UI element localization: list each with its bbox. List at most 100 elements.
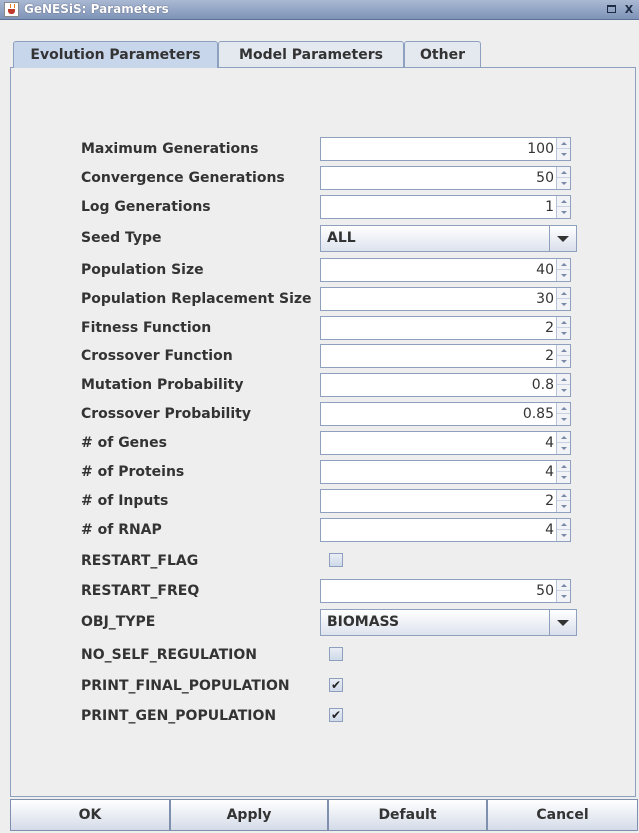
restart-freq-spinner[interactable]: 50: [320, 579, 571, 603]
num-inputs-spinner[interactable]: 2: [320, 489, 571, 513]
increment-arrow-icon[interactable]: [557, 138, 570, 149]
decrement-arrow-icon[interactable]: [557, 443, 570, 454]
print-final-population-checkbox[interactable]: ✔: [329, 678, 343, 692]
field-label: RESTART_FLAG: [81, 553, 199, 569]
default-button[interactable]: Default: [328, 799, 487, 831]
spinner-value: 1: [545, 199, 554, 215]
increment-arrow-icon[interactable]: [557, 519, 570, 530]
print-gen-population-checkbox[interactable]: ✔: [329, 708, 343, 722]
row-num-proteins: # of Proteins 4: [0, 460, 639, 486]
decrement-arrow-icon[interactable]: [557, 414, 570, 425]
no-self-regulation-checkbox[interactable]: [329, 647, 343, 661]
num-genes-spinner[interactable]: 4: [320, 431, 571, 455]
increment-arrow-icon[interactable]: [557, 432, 570, 443]
increment-arrow-icon[interactable]: [557, 288, 570, 299]
cancel-button[interactable]: Cancel: [487, 799, 638, 831]
row-obj-type: OBJ_TYPE BIOMASS: [0, 609, 639, 636]
spinner-value: 4: [545, 464, 554, 480]
convergence-generations-spinner[interactable]: 50: [320, 166, 571, 190]
num-rnap-spinner[interactable]: 4: [320, 518, 571, 542]
field-label: PRINT_GEN_POPULATION: [81, 708, 277, 724]
population-replacement-size-spinner[interactable]: 30: [320, 287, 571, 311]
field-label: Fitness Function: [81, 320, 212, 336]
decrement-arrow-icon[interactable]: [557, 472, 570, 483]
spinner-value: 2: [545, 348, 554, 364]
increment-arrow-icon[interactable]: [557, 580, 570, 591]
row-print-final-population: PRINT_FINAL_POPULATION ✔: [0, 674, 639, 700]
increment-arrow-icon[interactable]: [557, 345, 570, 356]
decrement-arrow-icon[interactable]: [557, 207, 570, 218]
increment-arrow-icon[interactable]: [557, 317, 570, 328]
field-label: Crossover Probability: [81, 406, 251, 422]
decrement-arrow-icon[interactable]: [557, 501, 570, 512]
crossover-function-spinner[interactable]: 2: [320, 344, 571, 368]
increment-arrow-icon[interactable]: [557, 196, 570, 207]
increment-arrow-icon[interactable]: [557, 490, 570, 501]
row-fitness-function: Fitness Function 2: [0, 316, 639, 342]
row-crossover-function: Crossover Function 2: [0, 344, 639, 370]
decrement-arrow-icon[interactable]: [557, 178, 570, 189]
spinner-value: 2: [545, 493, 554, 509]
decrement-arrow-icon[interactable]: [557, 591, 570, 602]
num-proteins-spinner[interactable]: 4: [320, 460, 571, 484]
row-no-self-regulation: NO_SELF_REGULATION: [0, 643, 639, 669]
row-population-replacement-size: Population Replacement Size 30: [0, 287, 639, 313]
dropdown-value: BIOMASS: [327, 614, 400, 630]
row-seed-type: Seed Type ALL: [0, 225, 639, 252]
row-num-rnap: # of RNAP 4: [0, 518, 639, 544]
field-label: # of Inputs: [81, 493, 169, 509]
decrement-arrow-icon[interactable]: [557, 328, 570, 339]
maximum-generations-spinner[interactable]: 100: [320, 137, 571, 161]
field-label: # of Genes: [81, 435, 167, 451]
restart-flag-checkbox[interactable]: [329, 553, 343, 567]
decrement-arrow-icon[interactable]: [557, 356, 570, 367]
spinner-value: 30: [536, 291, 554, 307]
seed-type-dropdown[interactable]: ALL: [320, 225, 577, 252]
spinner-value: 2: [545, 320, 554, 336]
row-log-generations: Log Generations 1: [0, 195, 639, 221]
tab-other[interactable]: Other: [404, 41, 481, 67]
spinner-value: 50: [536, 583, 554, 599]
field-label: Crossover Function: [81, 348, 233, 364]
dropdown-value: ALL: [327, 230, 356, 246]
decrement-arrow-icon[interactable]: [557, 530, 570, 541]
decrement-arrow-icon[interactable]: [557, 270, 570, 281]
ok-button[interactable]: OK: [10, 799, 170, 831]
fitness-function-spinner[interactable]: 2: [320, 316, 571, 340]
close-window-button[interactable]: X: [622, 3, 636, 16]
crossover-probability-spinner[interactable]: 0.85: [320, 402, 571, 426]
spinner-value: 4: [545, 522, 554, 538]
increment-arrow-icon[interactable]: [557, 374, 570, 385]
row-maximum-generations: Maximum Generations 100: [0, 137, 639, 163]
field-label: Seed Type: [81, 230, 162, 246]
field-label: RESTART_FREQ: [81, 583, 200, 599]
field-label: Population Replacement Size: [81, 291, 312, 307]
log-generations-spinner[interactable]: 1: [320, 195, 571, 219]
tab-evolution-parameters[interactable]: Evolution Parameters: [13, 41, 218, 68]
chevron-down-icon[interactable]: [549, 610, 576, 635]
spinner-value: 4: [545, 435, 554, 451]
chevron-down-icon[interactable]: [549, 226, 576, 251]
row-mutation-probability: Mutation Probability 0.8: [0, 373, 639, 399]
field-label: # of Proteins: [81, 464, 185, 480]
increment-arrow-icon[interactable]: [557, 403, 570, 414]
field-label: PRINT_FINAL_POPULATION: [81, 678, 290, 694]
population-size-spinner[interactable]: 40: [320, 258, 571, 282]
field-label: OBJ_TYPE: [81, 614, 156, 630]
decrement-arrow-icon[interactable]: [557, 385, 570, 396]
row-restart-flag: RESTART_FLAG: [0, 549, 639, 575]
obj-type-dropdown[interactable]: BIOMASS: [320, 609, 577, 636]
spinner-value: 40: [536, 262, 554, 278]
tab-model-parameters[interactable]: Model Parameters: [218, 41, 404, 67]
mutation-probability-spinner[interactable]: 0.8: [320, 373, 571, 397]
increment-arrow-icon[interactable]: [557, 461, 570, 472]
decrement-arrow-icon[interactable]: [557, 299, 570, 310]
row-convergence-generations: Convergence Generations 50: [0, 166, 639, 192]
increment-arrow-icon[interactable]: [557, 167, 570, 178]
button-bar: OK Apply Default Cancel: [10, 799, 638, 831]
increment-arrow-icon[interactable]: [557, 259, 570, 270]
decrement-arrow-icon[interactable]: [557, 149, 570, 160]
restore-window-button[interactable]: [605, 3, 619, 16]
apply-button[interactable]: Apply: [170, 799, 328, 831]
row-population-size: Population Size 40: [0, 258, 639, 284]
